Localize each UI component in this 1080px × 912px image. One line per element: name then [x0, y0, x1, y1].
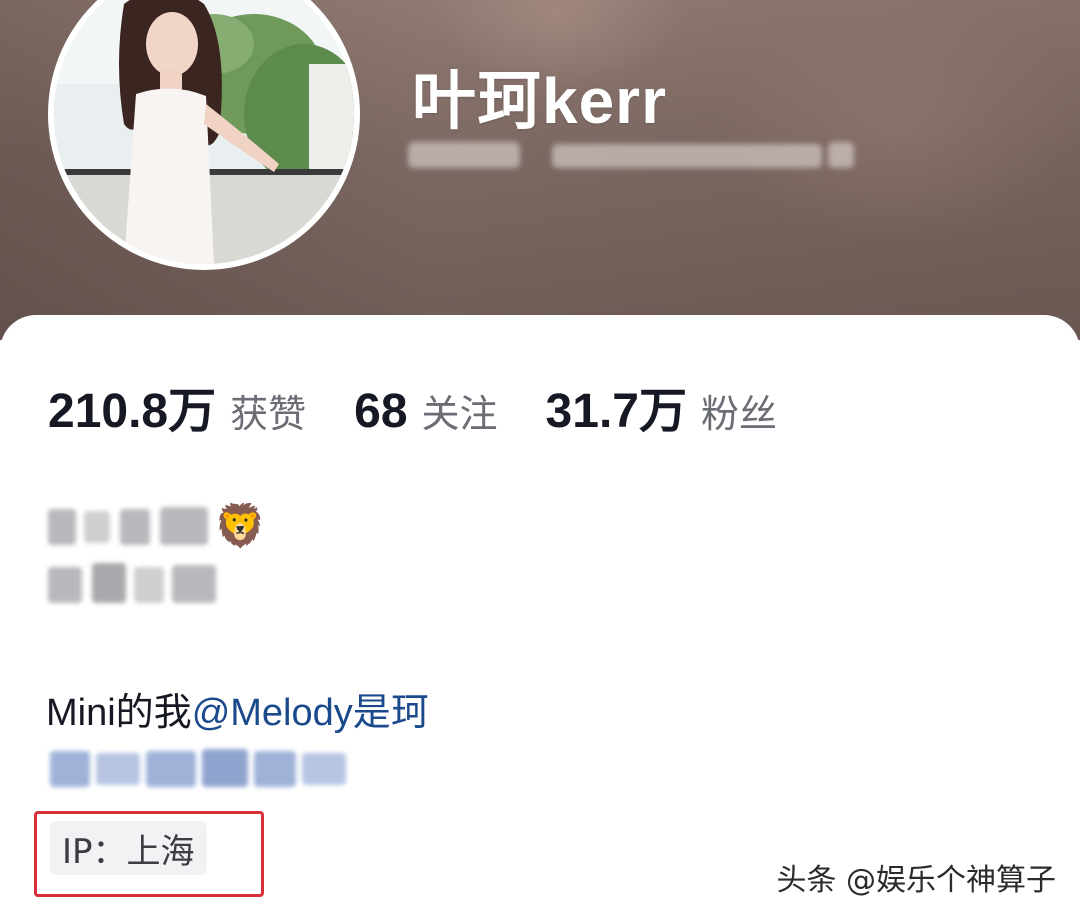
stat-following[interactable]: 68 关注: [354, 383, 497, 439]
stat-likes-value: 210.8万: [48, 385, 217, 438]
bio-mention-link[interactable]: @Melody是珂: [192, 692, 429, 734]
stat-followers[interactable]: 31.7万 粉丝: [546, 371, 777, 441]
bio-redacted: 🦁: [48, 501, 348, 621]
stats-row: 210.8万 获赞 68 关注 31.7万 粉丝: [48, 371, 825, 441]
bio-line-redacted: [50, 745, 350, 793]
avatar-photo: [54, 0, 354, 264]
stat-following-value: 68: [354, 385, 408, 438]
account-id-redacted: [408, 138, 860, 172]
stat-followers-label: 粉丝: [700, 392, 777, 436]
stat-likes[interactable]: 210.8万 获赞: [48, 371, 306, 441]
highlight-box: [34, 811, 264, 897]
stat-likes-label: 获赞: [230, 392, 307, 436]
bio-mention-prefix: Mini的我: [46, 692, 192, 734]
bio-mention-line: Mini的我@Melody是珂: [46, 681, 429, 736]
watermark: 头条 @娱乐个神算子: [776, 863, 1056, 898]
lion-emoji: 🦁: [214, 501, 267, 550]
profile-card: 210.8万 获赞 68 关注 31.7万 粉丝 🦁 Mini的我@Melody…: [0, 315, 1080, 912]
stat-followers-value: 31.7万: [545, 385, 687, 438]
stat-following-label: 关注: [421, 392, 498, 436]
username: 叶珂kerr: [412, 65, 667, 137]
